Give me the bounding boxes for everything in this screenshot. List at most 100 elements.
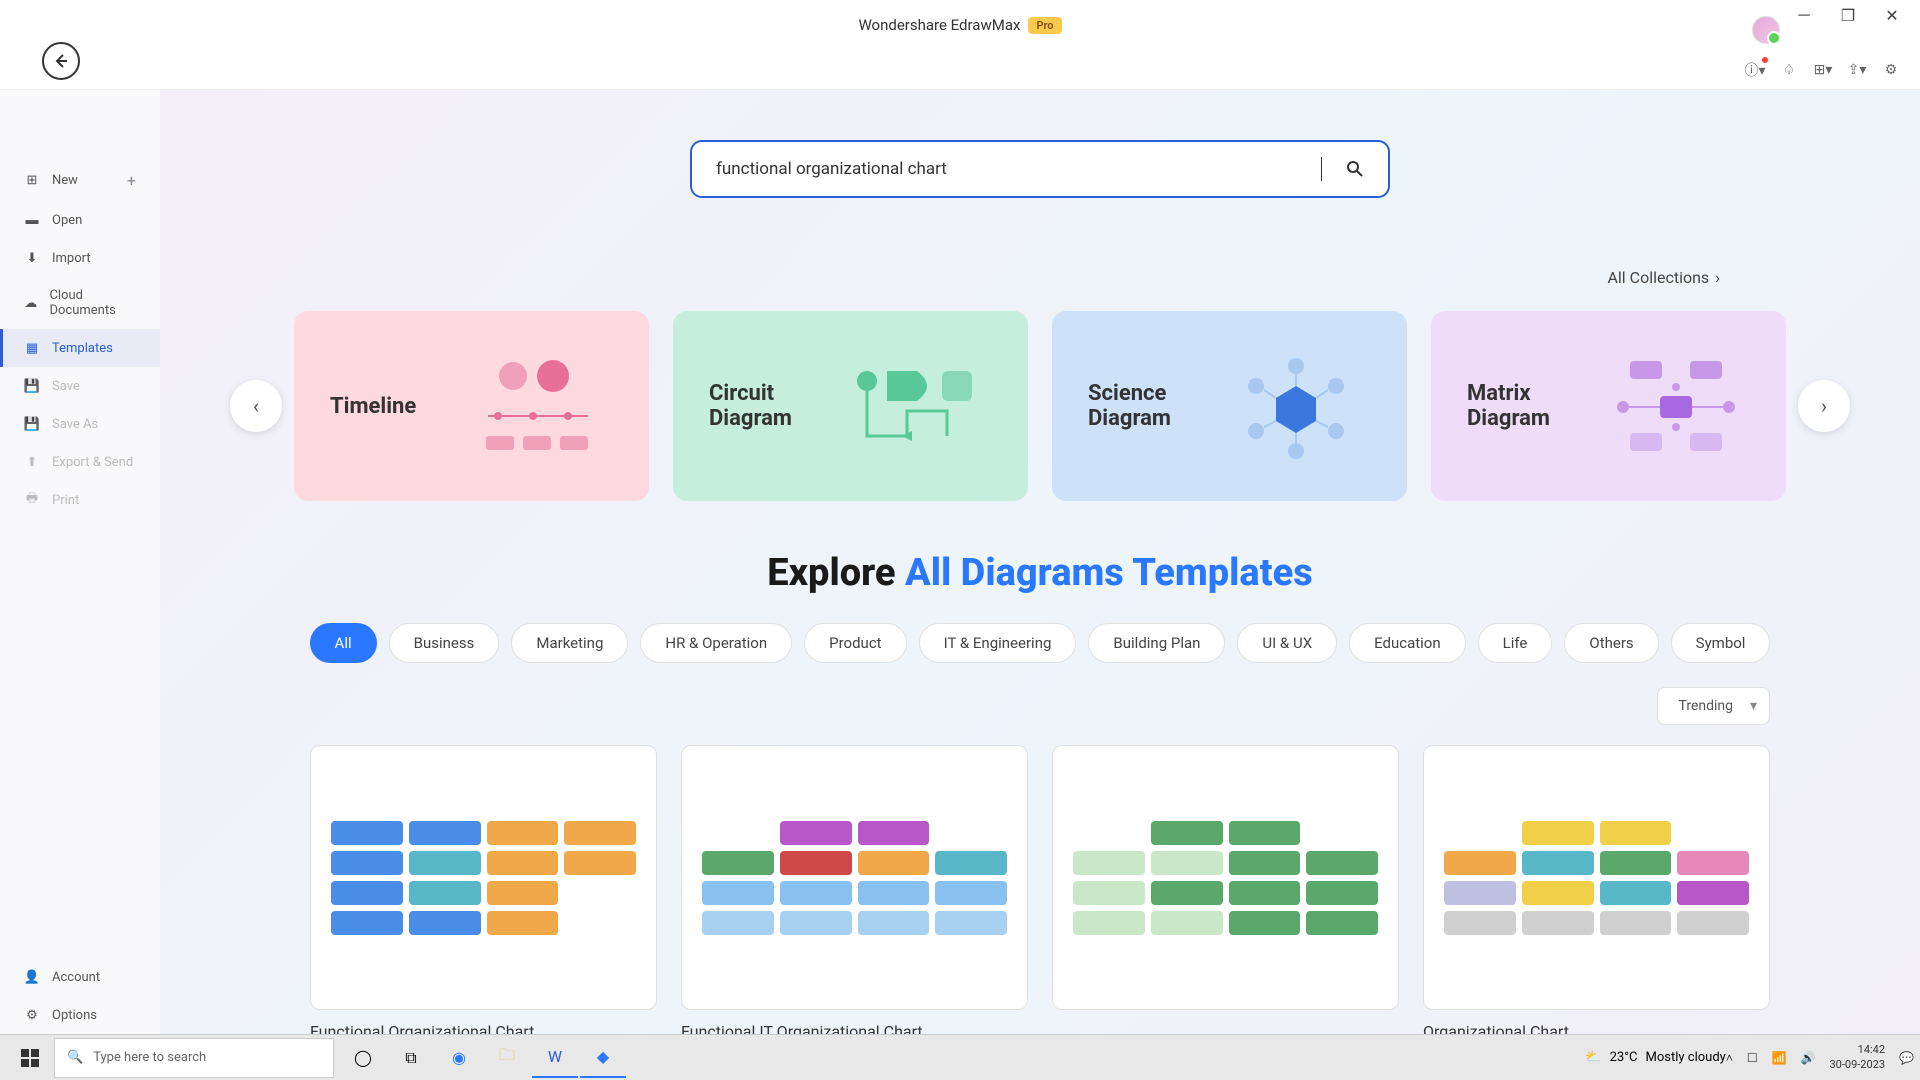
- collection-card-matrix[interactable]: Matrix Diagram: [1431, 311, 1786, 501]
- back-button[interactable]: [42, 42, 80, 80]
- taskbar-app-taskview[interactable]: ⧉: [388, 1038, 434, 1078]
- template-card: Functional IT Organizational Chart: [681, 745, 1028, 1034]
- help-icon[interactable]: ⓘ▾: [1746, 61, 1764, 79]
- text-cursor: [1321, 157, 1322, 181]
- template-card: Functional Organizational Chart: [310, 745, 657, 1034]
- explore-heading: Explore All Diagrams Templates: [260, 551, 1820, 595]
- sidebar-item-new[interactable]: ⊞ New +: [0, 160, 160, 201]
- template-thumbnail[interactable]: [310, 745, 657, 1010]
- sidebar-item-label: New: [52, 173, 78, 188]
- taskbar-app-edge[interactable]: ◉: [436, 1038, 482, 1078]
- tray-notifications-icon[interactable]: 💬: [1899, 1051, 1914, 1065]
- import-icon: ⬇: [24, 250, 40, 266]
- plus-square-icon: ⊞: [24, 173, 40, 189]
- taskbar-search[interactable]: 🔍 Type here to search: [54, 1038, 334, 1078]
- user-icon: 👤: [24, 969, 40, 985]
- content-area: All Collections › ‹ Timeline Circuit Dia…: [160, 90, 1920, 1034]
- taskbar-app-word[interactable]: W: [532, 1038, 578, 1078]
- search-icon[interactable]: [1346, 160, 1364, 178]
- chip-all[interactable]: All: [310, 623, 377, 663]
- sub-toolbar: ⓘ▾ ♤ ⊞▾ ⇪▾ ⚙: [0, 50, 1920, 90]
- chip-others[interactable]: Others: [1564, 623, 1658, 663]
- taskbar-app-cortana[interactable]: ◯: [340, 1038, 386, 1078]
- explore-accent-text: All Diagrams Templates: [905, 551, 1313, 595]
- sort-dropdown[interactable]: Trending: [1657, 687, 1770, 725]
- chip-product[interactable]: Product: [804, 623, 906, 663]
- category-chips: All Business Marketing HR & Operation Pr…: [260, 623, 1820, 663]
- collection-card-timeline[interactable]: Timeline: [294, 311, 649, 501]
- weather-desc: Mostly cloudy: [1646, 1050, 1726, 1065]
- cloud-icon: ☁: [24, 295, 37, 311]
- windows-taskbar: 🔍 Type here to search ◯ ⧉ ◉ 🗀 W ◆ ⛅ 23°C…: [0, 1034, 1920, 1080]
- taskbar-app-explorer[interactable]: 🗀: [484, 1038, 530, 1078]
- collection-card-circuit[interactable]: Circuit Diagram: [673, 311, 1028, 501]
- science-art-icon: [1221, 346, 1371, 466]
- explore-text: Explore: [767, 551, 905, 595]
- carousel-prev-button[interactable]: ‹: [230, 380, 282, 432]
- template-grid: Functional Organizational Chart Function…: [260, 745, 1820, 1034]
- all-collections-link[interactable]: All Collections ›: [1607, 268, 1720, 287]
- sidebar-item-templates[interactable]: ▦ Templates: [0, 329, 160, 367]
- chip-life[interactable]: Life: [1478, 623, 1553, 663]
- add-icon[interactable]: +: [127, 171, 136, 190]
- sidebar-item-label: Export & Send: [52, 455, 133, 470]
- card-title: Matrix Diagram: [1467, 381, 1600, 431]
- carousel-next-button[interactable]: ›: [1798, 380, 1850, 432]
- template-thumbnail[interactable]: [1423, 745, 1770, 1010]
- share-icon[interactable]: ⇪▾: [1848, 61, 1866, 79]
- notification-icon[interactable]: ♤: [1780, 61, 1798, 79]
- chip-hr[interactable]: HR & Operation: [640, 623, 792, 663]
- collection-card-science[interactable]: Science Diagram: [1052, 311, 1407, 501]
- sidebar-item-account[interactable]: 👤 Account: [0, 958, 160, 996]
- maximize-button[interactable]: ❐: [1828, 0, 1868, 30]
- chip-it[interactable]: IT & Engineering: [919, 623, 1077, 663]
- matrix-art-icon: [1600, 346, 1750, 466]
- time-text: 14:42: [1858, 1043, 1885, 1057]
- chip-building[interactable]: Building Plan: [1088, 623, 1225, 663]
- date-text: 30-09-2023: [1830, 1058, 1886, 1072]
- chip-uiux[interactable]: UI & UX: [1237, 623, 1337, 663]
- save-icon: 💾: [24, 378, 40, 394]
- templates-icon: ▦: [24, 340, 40, 356]
- minimize-button[interactable]: ─: [1784, 0, 1824, 30]
- system-tray: ˄ ☐ 📶 🔊 14:42 30-09-2023 💬: [1726, 1043, 1914, 1072]
- chip-business[interactable]: Business: [389, 623, 500, 663]
- start-button[interactable]: [6, 1038, 54, 1078]
- sidebar-item-options[interactable]: ⚙ Options: [0, 996, 160, 1034]
- weather-icon: ⛅: [1585, 1050, 1601, 1065]
- taskbar-app-edrawmax[interactable]: ◆: [580, 1038, 626, 1078]
- app-title: Wondershare EdrawMax: [858, 16, 1020, 34]
- tray-onedrive-icon[interactable]: ☐: [1747, 1051, 1758, 1065]
- taskbar-clock[interactable]: 14:42 30-09-2023: [1830, 1043, 1886, 1072]
- taskbar-weather[interactable]: ⛅ 23°C Mostly cloudy: [1585, 1050, 1725, 1065]
- timeline-art-icon: [463, 346, 613, 466]
- template-thumbnail[interactable]: [1052, 745, 1399, 1010]
- chip-symbol[interactable]: Symbol: [1671, 623, 1771, 663]
- save-as-icon: 💾: [24, 416, 40, 432]
- tray-wifi-icon[interactable]: 📶: [1772, 1051, 1787, 1065]
- gear-icon: ⚙: [24, 1007, 40, 1023]
- search-box[interactable]: [690, 140, 1390, 198]
- tray-volume-icon[interactable]: 🔊: [1801, 1051, 1816, 1065]
- sidebar-item-cloud[interactable]: ☁ Cloud Documents: [0, 277, 160, 329]
- tray-chevron-icon[interactable]: ˄: [1726, 1051, 1733, 1065]
- sidebar-item-label: Open: [52, 213, 82, 228]
- settings-icon[interactable]: ⚙: [1882, 61, 1900, 79]
- search-icon: 🔍: [67, 1050, 83, 1065]
- sort-value: Trending: [1678, 698, 1733, 714]
- chip-marketing[interactable]: Marketing: [511, 623, 628, 663]
- template-thumbnail[interactable]: [681, 745, 1028, 1010]
- folder-icon: ▬: [24, 212, 40, 228]
- sidebar-item-print: 🖶 Print: [0, 481, 160, 519]
- sidebar-item-import[interactable]: ⬇ Import: [0, 239, 160, 277]
- sidebar-item-label: Cloud Documents: [49, 288, 136, 318]
- user-avatar[interactable]: [1752, 16, 1780, 44]
- chip-education[interactable]: Education: [1349, 623, 1466, 663]
- sidebar-item-open[interactable]: ▬ Open: [0, 201, 160, 239]
- chevron-right-icon: ›: [1715, 268, 1720, 287]
- card-title: Timeline: [330, 394, 463, 419]
- search-input[interactable]: [716, 159, 1321, 179]
- collab-icon[interactable]: ⊞▾: [1814, 61, 1832, 79]
- template-card: [1052, 745, 1399, 1034]
- close-button[interactable]: ✕: [1872, 0, 1912, 30]
